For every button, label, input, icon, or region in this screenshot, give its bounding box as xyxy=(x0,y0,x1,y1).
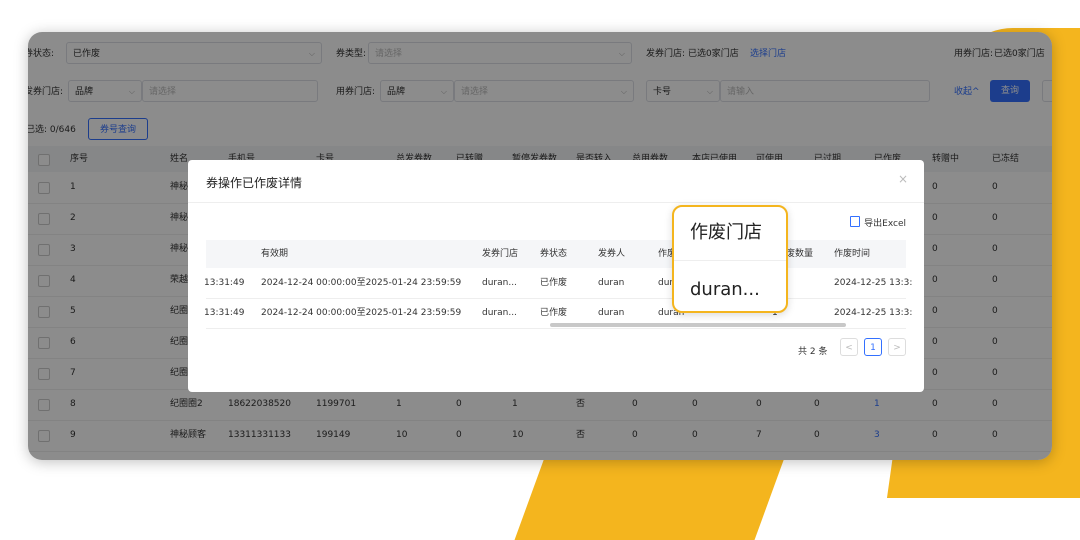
export-excel-button[interactable]: 导出Excel xyxy=(850,216,906,229)
divider xyxy=(188,202,924,203)
cell-status: 已作废 xyxy=(540,278,568,288)
cell-voider: dur xyxy=(658,278,674,288)
zoom-header: 作废门店 xyxy=(674,207,786,261)
col-header-issue-store: 发券门店 xyxy=(482,249,519,259)
modal-title: 券操作已作废详情 xyxy=(206,176,303,190)
cell-validity: 2024-12-24 00:00:00至2025-01-24 23:59:59 xyxy=(261,278,462,288)
total-count: 共 2 条 xyxy=(798,347,828,357)
pagination-page-1[interactable]: 1 xyxy=(864,338,882,356)
col-header-issuer: 发券人 xyxy=(598,249,626,259)
cell-time-prefix: 13:31:49 xyxy=(204,278,245,288)
cell-issue-store: duran... xyxy=(482,308,517,318)
col-header-count: 废数量 xyxy=(786,249,814,259)
col-header-status: 券状态 xyxy=(540,249,568,259)
export-icon xyxy=(850,216,861,227)
cell-issue-store: duran... xyxy=(482,278,517,288)
export-label: 导出Excel xyxy=(864,219,906,229)
modal-table-row: 13:31:49 2024-12-24 00:00:00至2025-01-24 … xyxy=(204,268,912,299)
close-icon[interactable]: × xyxy=(898,172,908,186)
horizontal-scrollbar[interactable] xyxy=(550,323,846,327)
zoom-callout: 作废门店 duran... xyxy=(672,205,788,313)
col-header-validity: 有效期 xyxy=(261,249,289,259)
cell-validity: 2024-12-24 00:00:00至2025-01-24 23:59:59 xyxy=(261,308,462,318)
cell-void-time: 2024-12-25 13:3: xyxy=(834,278,913,288)
zoom-value: duran... xyxy=(690,279,760,300)
pagination-prev-button[interactable]: < xyxy=(840,338,858,356)
void-detail-modal: 券操作已作废详情 × 导出Excel 有效期 发券门店 券状态 发券人 作废 废… xyxy=(188,160,924,392)
modal-table-header: 有效期 发券门店 券状态 发券人 作废 废数量 作废时间 xyxy=(206,240,906,268)
cell-time-prefix: 13:31:49 xyxy=(204,308,245,318)
pagination-next-button[interactable]: > xyxy=(888,338,906,356)
cell-issuer: duran xyxy=(598,278,625,288)
app-window: 券状态: 已作废 ⌵ 券类型: 请选择 ⌵ 发券门店: 已选0家门店 选择门店 … xyxy=(28,32,1052,460)
col-header-void-time: 作废时间 xyxy=(834,249,871,259)
